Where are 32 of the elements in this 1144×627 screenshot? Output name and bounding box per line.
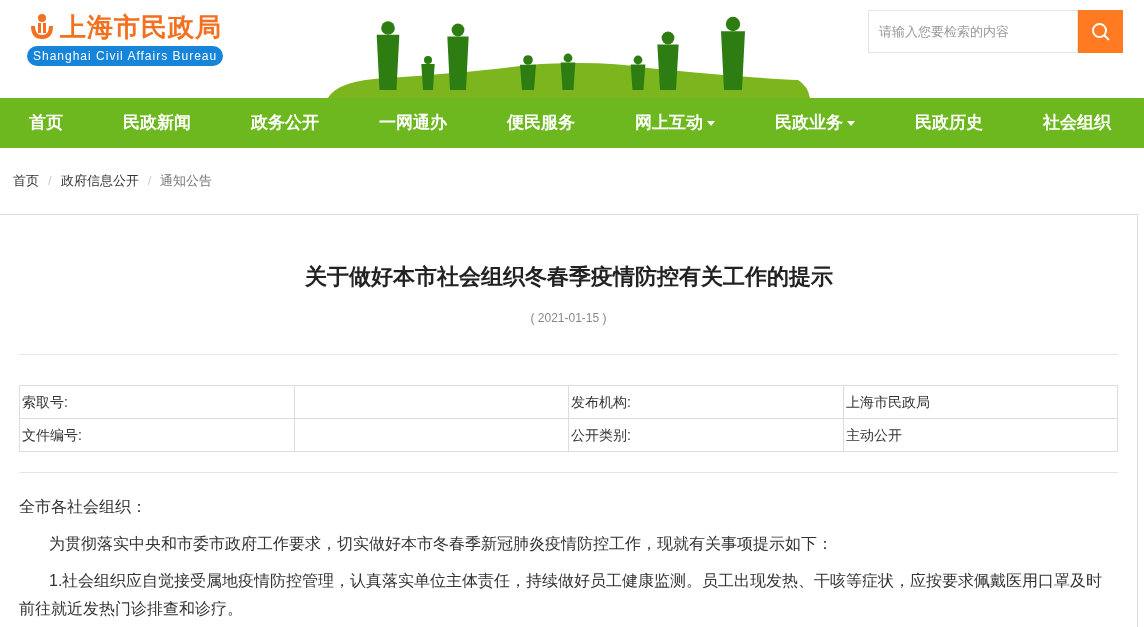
nav-item[interactable]: 社会组织 <box>1043 110 1111 136</box>
nav-item[interactable]: 民政新闻 <box>123 110 191 136</box>
search-icon <box>1090 21 1111 42</box>
breadcrumb-link[interactable]: 政府信息公开 <box>60 171 139 191</box>
nav-item[interactable]: 政务公开 <box>251 110 319 136</box>
paragraph: 1.社会组织应自觉接受属地疫情防控管理，认真落实单位主体责任，持续做好员工健康监测。员工出现发热、干咳等症状，应按要求佩戴医用口罩及时前往就近发热门诊排查和诊疗。 <box>19 571 1104 619</box>
search-button[interactable] <box>1078 10 1123 53</box>
nav-item[interactable]: 一网通办 <box>379 110 447 136</box>
nav-item[interactable]: 首页 <box>29 110 63 136</box>
table-cell: 主动公开 <box>845 426 902 443</box>
nav-item[interactable]: 网上互动 <box>635 110 715 136</box>
table-cell: 索取号: <box>22 393 68 410</box>
logo-title: 上海市民政局 <box>60 14 222 40</box>
table-cell: 上海市民政局 <box>845 393 930 410</box>
caret-icon <box>847 120 855 126</box>
article-title: 关于做好本市社会组织冬春季疫情防控有关工作的提示 <box>303 263 834 291</box>
table-cell: 公开类别: <box>571 426 631 443</box>
breadcrumb-link[interactable]: 首页 <box>13 171 39 191</box>
nav-item[interactable]: 民政业务 <box>775 110 855 136</box>
paragraph: 全市各社会组织： <box>19 497 148 517</box>
breadcrumb-separator: / <box>47 172 53 191</box>
search-field[interactable]: 请输入您要检索的内容 <box>868 10 1078 53</box>
nav-item[interactable]: 便民服务 <box>507 110 575 136</box>
table-cell: 发布机构: <box>571 393 631 410</box>
paragraph: 为贯彻落实中央和市委市政府工作要求，切实做好本市冬春季新冠肺炎疫情防控工作，现就有关事项提示如下： <box>48 534 834 554</box>
table-cell: 文件编号: <box>22 426 82 443</box>
logo-subtitle: Shanghai Civil Affairs Bureau <box>27 46 224 66</box>
breadcrumb-separator: / <box>146 172 153 191</box>
nav-item[interactable]: 民政历史 <box>915 110 983 136</box>
article-date: ( 2021-01-15 ) <box>529 310 608 327</box>
caret-icon <box>707 120 715 126</box>
breadcrumb-link[interactable]: 通知公告 <box>160 171 213 191</box>
